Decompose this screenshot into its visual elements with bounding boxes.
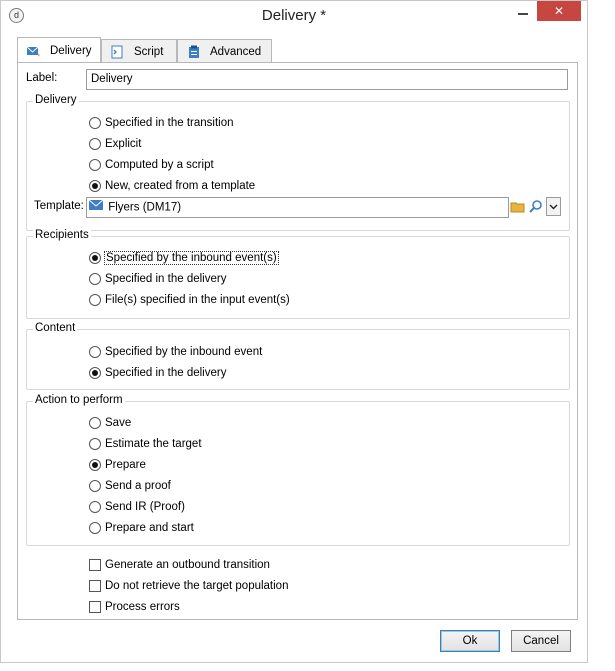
checkbox[interactable] [89, 559, 101, 571]
radio-button[interactable] [89, 117, 101, 129]
script-icon [110, 45, 126, 59]
radio-label: Explicit [105, 138, 142, 150]
radio-new-from-template[interactable]: New, created from a template [89, 178, 255, 194]
label-field-label: Label: [26, 72, 58, 84]
radio-label: Specified by the inbound event [105, 346, 263, 358]
radio-button[interactable] [89, 294, 101, 306]
group-title: Recipients [33, 229, 91, 241]
tab-advanced[interactable]: Advanced [177, 39, 272, 63]
radio-label: Send IR (Proof) [105, 501, 185, 513]
radio-computed-by-script[interactable]: Computed by a script [89, 157, 214, 173]
envelope-icon [88, 198, 104, 217]
radio-action-prepare-start[interactable]: Prepare and start [89, 520, 194, 536]
radio-label: Specified by the inbound event(s) [104, 251, 279, 265]
action-group: Action to perform Save Estimate the targ… [26, 394, 570, 546]
tab-label: Delivery [50, 44, 92, 57]
radio-recipients-inbound[interactable]: Specified by the inbound event(s) [89, 250, 279, 266]
ok-button[interactable]: Ok [440, 630, 500, 652]
delivery-dialog: d Delivery * ✕ Delivery Script Advanced … [0, 0, 588, 663]
radio-button[interactable] [89, 459, 101, 471]
radio-recipients-files[interactable]: File(s) specified in the input event(s) [89, 292, 290, 308]
chevron-down-icon[interactable] [546, 197, 561, 216]
title-bar: d Delivery * ✕ [1, 1, 587, 31]
radio-explicit[interactable]: Explicit [89, 136, 141, 152]
radio-button[interactable] [89, 346, 101, 358]
tab-delivery[interactable]: Delivery [17, 37, 101, 63]
group-title: Delivery [33, 94, 79, 106]
radio-button[interactable] [89, 438, 101, 450]
radio-button[interactable] [89, 480, 101, 492]
magnifier-icon[interactable] [528, 199, 544, 215]
radio-button[interactable] [89, 159, 101, 171]
tab-content-delivery: Label: Delivery Delivery Specified in th… [17, 62, 578, 620]
checkbox-label: Process errors [105, 601, 180, 613]
radio-button[interactable] [89, 180, 101, 192]
advanced-icon [186, 45, 202, 59]
radio-action-prepare[interactable]: Prepare [89, 457, 146, 473]
checkbox-label: Generate an outbound transition [105, 559, 270, 571]
radio-button[interactable] [89, 417, 101, 429]
cancel-button[interactable]: Cancel [511, 630, 571, 652]
checkbox-generate-outbound[interactable]: Generate an outbound transition [89, 557, 270, 573]
label-input[interactable]: Delivery [86, 69, 568, 90]
group-title: Action to perform [33, 394, 125, 406]
radio-label: Specified in the delivery [105, 367, 227, 379]
tab-script[interactable]: Script [101, 39, 177, 63]
radio-action-send-proof[interactable]: Send a proof [89, 478, 171, 494]
radio-recipients-delivery[interactable]: Specified in the delivery [89, 271, 226, 287]
radio-label: Prepare and start [105, 522, 194, 534]
window-title: Delivery * [261, 7, 327, 24]
radio-button[interactable] [89, 138, 101, 150]
checkbox-no-retrieve-target[interactable]: Do not retrieve the target population [89, 578, 288, 594]
radio-label: File(s) specified in the input event(s) [105, 294, 290, 306]
folder-icon[interactable] [510, 199, 526, 215]
radio-label: Computed by a script [105, 159, 214, 171]
radio-action-estimate[interactable]: Estimate the target [89, 436, 202, 452]
radio-label: Estimate the target [105, 438, 202, 450]
radio-label: New, created from a template [105, 180, 256, 192]
template-value: Flyers (DM17) [108, 201, 182, 214]
tab-label: Advanced [210, 45, 262, 58]
checkbox-label: Do not retrieve the target population [105, 580, 289, 592]
content-group: Content Specified by the inbound event S… [26, 322, 570, 390]
recipients-group: Recipients Specified by the inbound even… [26, 229, 570, 319]
radio-label: Prepare [105, 459, 146, 471]
radio-label: Specified in the transition [105, 117, 234, 129]
radio-button[interactable] [89, 273, 101, 285]
template-input[interactable]: Flyers (DM17) [86, 197, 509, 218]
radio-content-inbound[interactable]: Specified by the inbound event [89, 344, 262, 360]
radio-content-delivery[interactable]: Specified in the delivery [89, 365, 226, 381]
radio-action-send-ir[interactable]: Send IR (Proof) [89, 499, 185, 515]
template-label: Template: [34, 200, 84, 212]
radio-specified-in-transition[interactable]: Specified in the transition [89, 115, 234, 131]
checkbox[interactable] [89, 601, 101, 613]
radio-label: Send a proof [105, 480, 171, 492]
delivery-icon [26, 44, 42, 58]
radio-action-save[interactable]: Save [89, 415, 131, 431]
radio-button[interactable] [89, 367, 101, 379]
checkbox[interactable] [89, 580, 101, 592]
close-button[interactable]: ✕ [537, 1, 581, 21]
group-title: Content [33, 322, 78, 334]
radio-label: Save [105, 417, 132, 429]
radio-button[interactable] [89, 252, 101, 264]
radio-button[interactable] [89, 501, 101, 513]
tab-label: Script [134, 45, 164, 58]
minimize-button[interactable] [513, 4, 533, 18]
radio-button[interactable] [89, 522, 101, 534]
checkbox-process-errors[interactable]: Process errors [89, 599, 180, 615]
radio-label: Specified in the delivery [105, 273, 227, 285]
